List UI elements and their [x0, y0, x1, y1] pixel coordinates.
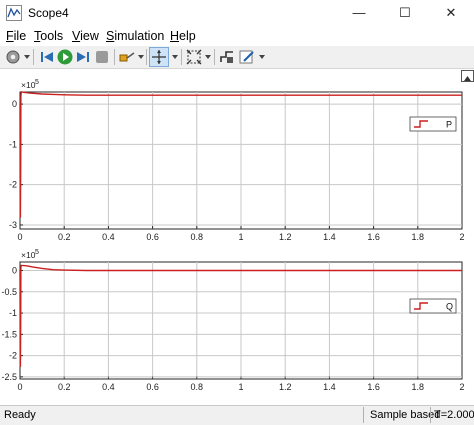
maximize-button[interactable]: ☐ — [382, 0, 428, 26]
x-tick-label: 1.6 — [367, 382, 380, 392]
y-tick-label: -1 — [9, 139, 17, 149]
x-tick-label: 1.6 — [367, 232, 380, 242]
x-tick-label: 0.2 — [58, 232, 71, 242]
y-tick-label: -1.5 — [1, 329, 17, 339]
legend-label-p: P — [446, 120, 452, 130]
autoscale-icon[interactable] — [185, 48, 203, 66]
scope-plots: 0 0.2 0.4 0.6 0.8 1 1.2 1.4 1.6 1.8 20-1-2-3×10 5P … — [1, 79, 465, 392]
menu-file-label: ile — [13, 29, 27, 43]
toolbar-separator — [146, 49, 147, 65]
y-tick-label: 0 — [12, 99, 17, 109]
toolbar — [0, 46, 474, 69]
x-tick-label: 0.8 — [191, 232, 204, 242]
step-forward-icon[interactable] — [74, 48, 92, 66]
x-tick-label: 0.8 — [191, 382, 204, 392]
y-exponent-power: 5 — [35, 79, 39, 86]
status-ready: Ready — [4, 409, 36, 421]
edit-cursor-dropdown[interactable] — [259, 55, 265, 59]
y-tick-label: -2.5 — [1, 372, 17, 382]
y-tick-label: -0.5 — [1, 287, 17, 297]
menu-simulation[interactable]: Simulation — [106, 29, 164, 43]
y-tick-label: -3 — [9, 220, 17, 230]
y-exponent-label: ×10 — [21, 80, 36, 90]
x-tick-label: 2 — [459, 382, 464, 392]
minimize-button[interactable]: — — [336, 0, 382, 26]
highlight-icon[interactable] — [118, 48, 136, 66]
legend-label-q: Q — [446, 302, 453, 312]
x-tick-label: 0.2 — [58, 382, 71, 392]
menu-view-mnemonic: V — [72, 29, 81, 43]
x-tick-label: 0.4 — [102, 232, 115, 242]
menu-tools-label: ools — [40, 29, 64, 43]
menu-file-mnemonic: F — [6, 29, 14, 43]
status-bar: Ready Sample based T=2.000 — [0, 405, 474, 425]
x-tick-label: 1.2 — [279, 382, 292, 392]
menu-help-mnemonic: H — [170, 29, 180, 43]
window-title: Scope4 — [28, 6, 69, 20]
menu-view[interactable]: View — [72, 29, 99, 43]
zoom-icon[interactable] — [149, 47, 169, 67]
toolbar-separator — [114, 49, 115, 65]
plot-p: 0 0.2 0.4 0.6 0.8 1 1.2 1.4 1.6 1.8 2 0 -1 -2 -3 ×10 5 P — [9, 79, 465, 242]
highlight-dropdown[interactable] — [138, 55, 144, 59]
menu-help-label: elp — [179, 29, 196, 43]
x-tick-label: 0.6 — [146, 232, 159, 242]
edit-cursor-icon[interactable] — [238, 48, 256, 66]
toolbar-separator — [181, 49, 182, 65]
x-tick-label: 1.4 — [323, 382, 336, 392]
settings-dropdown[interactable] — [24, 55, 30, 59]
x-tick-label: 1.8 — [412, 232, 425, 242]
title-bar: Scope4 — ☐ ✕ — [0, 0, 474, 26]
autoscale-dropdown[interactable] — [205, 55, 211, 59]
menu-tools[interactable]: Tools — [34, 29, 63, 43]
stop-icon[interactable] — [93, 48, 111, 66]
toolbar-separator — [33, 49, 34, 65]
close-button[interactable]: ✕ — [428, 0, 474, 26]
x-tick-label: 0.6 — [146, 382, 159, 392]
triggers-icon[interactable] — [218, 48, 236, 66]
status-separator — [363, 407, 364, 423]
y-tick-label: 0 — [12, 266, 17, 276]
menu-help[interactable]: Help — [170, 29, 196, 43]
scope-app-icon — [6, 5, 22, 21]
y-exponent-label: ×10 — [21, 250, 36, 260]
status-separator — [430, 407, 431, 423]
status-sim-time: T=2.000 — [434, 409, 474, 421]
menu-view-label: iew — [80, 29, 99, 43]
run-icon[interactable] — [56, 48, 74, 66]
plot-q: 0 0.2 0.4 0.6 0.8 1 1.2 1.4 1.6 1.8 2 0 -0.5 -1 -1.5 -2… — [1, 249, 464, 392]
x-tick-label: 2 — [459, 232, 464, 242]
menu-file[interactable]: File — [6, 29, 26, 43]
x-tick-label: 1.2 — [279, 232, 292, 242]
x-tick-label: 0.4 — [102, 382, 115, 392]
x-tick-label: 1 — [238, 382, 243, 392]
x-tick-label: 0 — [17, 382, 22, 392]
x-tick-label: 1 — [238, 232, 243, 242]
rewind-icon[interactable] — [38, 48, 56, 66]
toolbar-separator — [214, 49, 215, 65]
menu-bar: File Tools View Simulation Help — [0, 26, 474, 46]
settings-icon[interactable] — [4, 48, 22, 66]
y-exponent-power: 5 — [35, 249, 39, 256]
x-tick-label: 1.8 — [412, 382, 425, 392]
menu-simulation-label: imulation — [114, 29, 165, 43]
x-tick-label: 0 — [17, 232, 22, 242]
y-tick-label: -1 — [9, 308, 17, 318]
y-tick-label: -2 — [9, 180, 17, 190]
y-tick-label: -2 — [9, 351, 17, 361]
zoom-dropdown[interactable] — [172, 55, 178, 59]
x-tick-label: 1.4 — [323, 232, 336, 242]
